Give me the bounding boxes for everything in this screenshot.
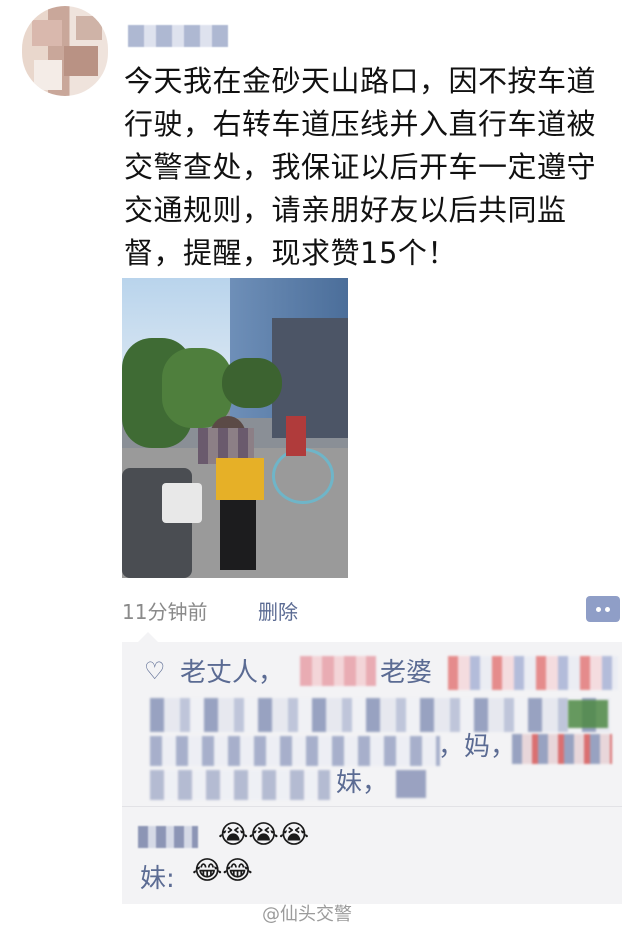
delete-button[interactable]: 删除 xyxy=(258,596,298,625)
like-name-mosaic xyxy=(448,656,618,690)
dot xyxy=(596,606,601,612)
avatar-blur-block xyxy=(32,20,62,46)
like-name-mosaic xyxy=(512,734,612,764)
like-name-mosaic xyxy=(300,656,376,686)
like-name-mosaic xyxy=(568,700,608,728)
like-name-mosaic xyxy=(150,698,610,732)
photo-person-pants xyxy=(220,500,256,570)
post-time: 11分钟前 xyxy=(122,600,208,624)
like-name[interactable]: 老丈人， xyxy=(180,652,284,689)
like-name-mosaic xyxy=(150,770,330,800)
heart-outline-icon: ♡ xyxy=(144,657,166,685)
photo-scooter-box xyxy=(162,483,202,523)
comment-author[interactable]: 妹: xyxy=(140,858,175,895)
avatar-blur-block xyxy=(34,60,62,90)
photo-tree xyxy=(222,358,282,408)
like-name[interactable]: 老婆 xyxy=(380,652,432,689)
photo-bicycle xyxy=(272,448,334,504)
photo-safety-vest xyxy=(216,458,264,500)
photo-cyclist xyxy=(286,416,306,456)
post-photo[interactable] xyxy=(122,278,348,578)
likes-box-caret xyxy=(138,632,158,642)
weibo-watermark: @仙头交警 xyxy=(262,904,352,925)
avatar[interactable] xyxy=(22,6,108,96)
crying-emoji: 😭😭😭 xyxy=(218,820,310,850)
laughing-emoji: 😂😂 xyxy=(192,856,253,886)
like-name-mosaic xyxy=(396,770,426,798)
dot xyxy=(605,606,610,612)
photo-building xyxy=(272,318,348,438)
post-text: 今天我在金砂天山路口，因不按车道行驶，右转车道压线并入直行车道被交警查处，我保证… xyxy=(124,64,597,270)
avatar-blur-block xyxy=(64,46,98,76)
comment-dots-icon[interactable] xyxy=(586,596,620,622)
like-name[interactable]: ，妈， xyxy=(438,726,516,763)
username-mosaic[interactable] xyxy=(128,25,228,47)
avatar-blur-block xyxy=(76,16,102,40)
likes-comments-divider xyxy=(122,806,622,807)
like-name-mosaic xyxy=(150,736,440,766)
like-name[interactable]: 妹， xyxy=(336,762,388,799)
comment-author-mosaic[interactable] xyxy=(138,826,198,848)
